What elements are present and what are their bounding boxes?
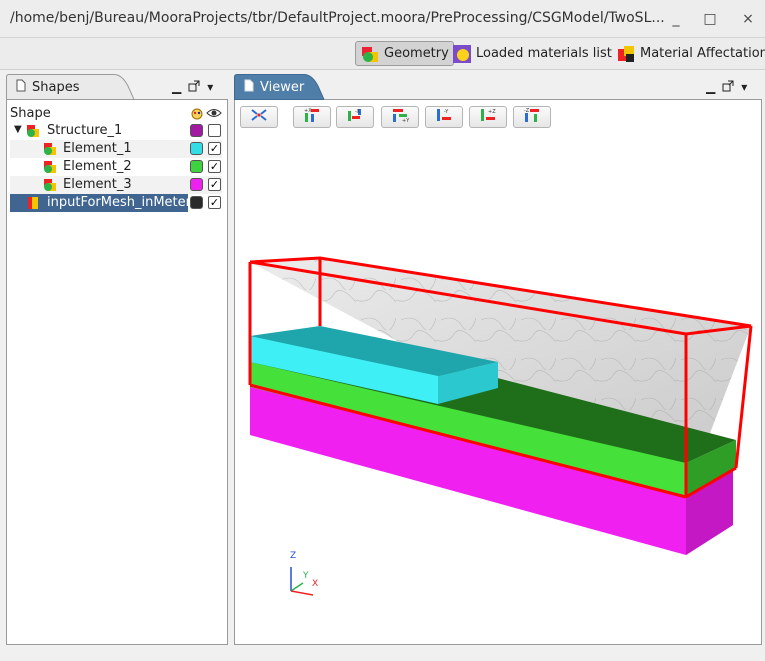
view-plus-x-button[interactable]: +X — [293, 106, 331, 128]
axis-x-label: X — [312, 579, 319, 589]
svg-text:+Z: +Z — [488, 109, 496, 115]
view-plus-y-icon: +Y — [389, 107, 411, 127]
color-swatch[interactable] — [190, 124, 203, 137]
column-shape-label: Shape — [10, 106, 51, 121]
perspective-loaded-materials[interactable]: Loaded materials list — [448, 41, 616, 66]
document-icon — [16, 79, 26, 96]
affectation-icon — [616, 44, 636, 64]
tree-row-element-2[interactable]: Element_2 ✓ — [10, 158, 222, 176]
view-minus-z-button[interactable]: -Z — [513, 106, 551, 128]
shapes-panel-controls: ▁ ▾ — [172, 80, 213, 95]
tree-row-label: Element_1 — [63, 141, 132, 156]
tree-row-label: Element_3 — [63, 177, 132, 192]
minimize-button[interactable]: _ — [666, 9, 686, 29]
shape-icon — [26, 124, 40, 138]
axis-z-label: Z — [290, 551, 297, 561]
perspective-geometry[interactable]: Geometry — [355, 41, 454, 66]
tree-row-element-1[interactable]: Element_1 ✓ — [10, 140, 222, 158]
window-titlebar: /home/benj/Bureau/MooraProjects/tbr/Defa… — [0, 0, 765, 38]
restore-panel-icon[interactable] — [722, 80, 734, 95]
perspective-bar: Geometry Loaded materials list Material … — [0, 38, 765, 70]
view-minus-x-icon: -X — [344, 107, 366, 127]
tree-column-header: Shape — [10, 106, 222, 122]
tree-row-label: inputForMesh_inMeter — [47, 195, 191, 210]
tab-viewer-label: Viewer — [260, 79, 305, 95]
color-swatch[interactable] — [190, 196, 203, 209]
tab-shapes[interactable]: Shapes — [8, 74, 79, 100]
view-minus-z-icon: -Z — [521, 107, 543, 127]
perspective-label: Material Affectation — [640, 46, 765, 61]
window-title: /home/benj/Bureau/MooraProjects/tbr/Defa… — [10, 10, 665, 26]
minimize-panel-button[interactable]: ▁ — [172, 80, 181, 95]
fit-all-button[interactable] — [240, 106, 278, 128]
axis-y-label: Y — [303, 571, 309, 581]
view-plus-z-button[interactable]: +Z — [469, 106, 507, 128]
document-icon — [244, 79, 254, 96]
view-minus-y-icon: -Y — [433, 107, 455, 127]
visibility-checkbox[interactable]: ✓ — [208, 178, 221, 191]
view-plus-z-icon: +Z — [477, 107, 499, 127]
visibility-checkbox[interactable] — [208, 124, 221, 137]
restore-panel-icon[interactable] — [188, 80, 200, 95]
view-minus-x-button[interactable]: -X — [336, 106, 374, 128]
axis-triad: Z Y X — [285, 551, 325, 597]
minimize-panel-button[interactable]: ▁ — [706, 80, 715, 95]
viewer-panel-controls: ▁ ▾ — [706, 80, 747, 95]
visibility-checkbox[interactable]: ✓ — [208, 160, 221, 173]
svg-text:+X: +X — [304, 108, 312, 114]
svg-text:-Y: -Y — [444, 109, 449, 115]
view-plus-x-icon: +X — [301, 107, 323, 127]
tree-row-element-3[interactable]: Element_3 ✓ — [10, 176, 222, 194]
perspective-label: Loaded materials list — [476, 46, 612, 61]
tab-viewer[interactable]: Viewer — [236, 74, 304, 100]
close-button[interactable]: × — [738, 9, 758, 29]
expand-arrow-icon[interactable]: ▼ — [14, 124, 22, 135]
perspective-material-affectation[interactable]: Material Affectation — [612, 41, 765, 66]
svg-text:+Y: +Y — [402, 118, 410, 123]
color-swatch[interactable] — [190, 160, 203, 173]
mesh-input-icon — [26, 196, 40, 210]
tree-row-structure[interactable]: ▼ Structure_1 — [10, 122, 222, 140]
svg-text:-X: -X — [355, 109, 361, 115]
viewer-tab-shape — [234, 74, 762, 100]
view-minus-y-button[interactable]: -Y — [425, 106, 463, 128]
geometry-icon — [360, 44, 380, 64]
panel-menu-icon[interactable]: ▾ — [741, 80, 747, 95]
visibility-checkbox[interactable]: ✓ — [208, 196, 221, 209]
perspective-label: Geometry — [384, 46, 449, 61]
shape-icon — [43, 160, 57, 174]
color-swatch[interactable] — [190, 142, 203, 155]
tree-row-input-for-mesh[interactable]: inputForMesh_inMeter — [10, 194, 191, 212]
shape-icon — [43, 142, 57, 156]
tree-row-label: Structure_1 — [47, 123, 123, 138]
tree-row-label: Element_2 — [63, 159, 132, 174]
maximize-button[interactable]: □ — [700, 9, 720, 29]
shape-icon — [43, 178, 57, 192]
fit-all-icon — [250, 108, 268, 126]
panel-menu-icon[interactable]: ▾ — [207, 80, 213, 95]
tab-shapes-label: Shapes — [32, 79, 80, 95]
materials-icon — [452, 44, 472, 64]
visibility-checkbox[interactable]: ✓ — [208, 142, 221, 155]
svg-text:-Z: -Z — [524, 108, 530, 114]
color-swatch[interactable] — [190, 178, 203, 191]
view-plus-y-button[interactable]: +Y — [381, 106, 419, 128]
